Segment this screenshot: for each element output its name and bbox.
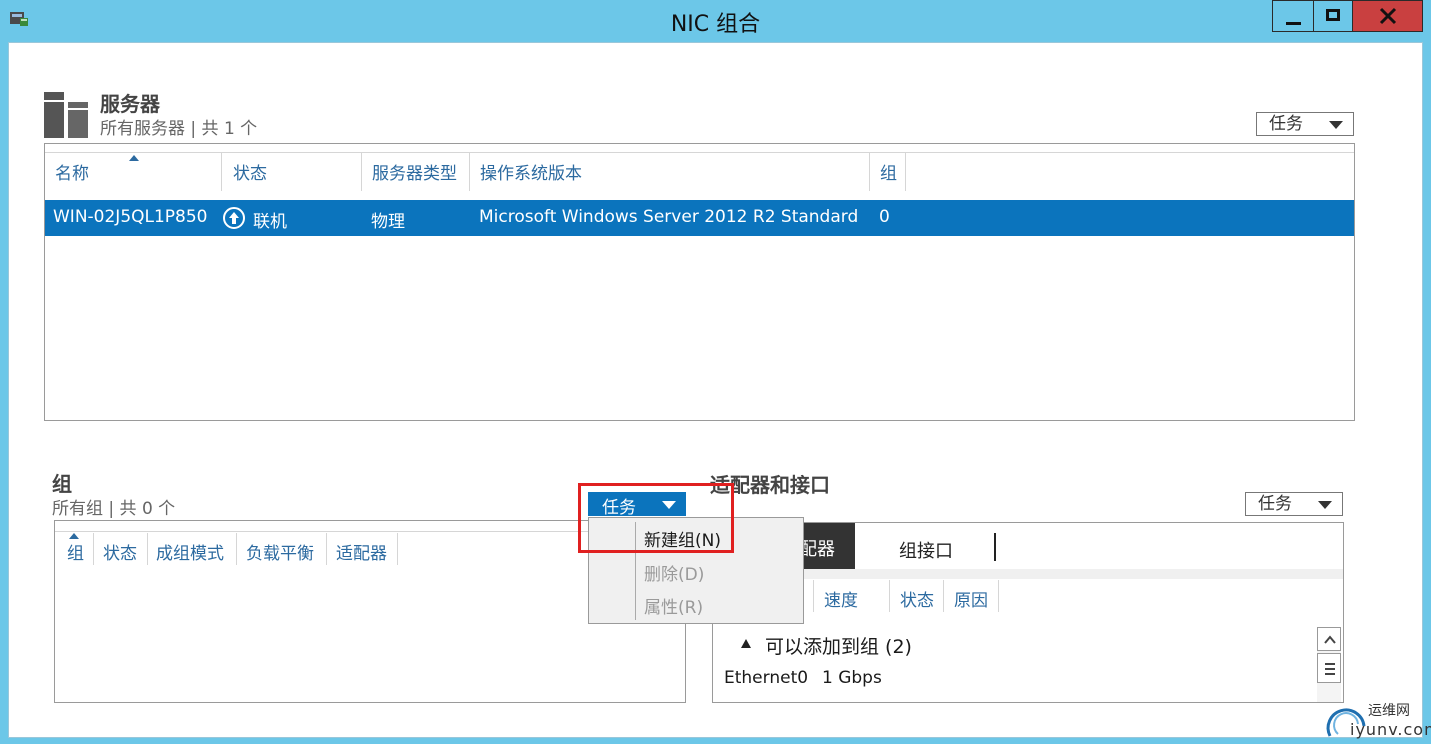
col-header-load-balancing[interactable]: 负载平衡 — [246, 539, 314, 564]
servers-tasks-button[interactable]: 任务 — [1256, 112, 1354, 136]
chevron-down-icon — [1329, 121, 1343, 129]
col-header-teaming-mode[interactable]: 成组模式 — [156, 539, 224, 564]
servers-table: 名称 状态 服务器类型 操作系统版本 组 WIN-02J5QL1P850 联机 … — [44, 143, 1355, 421]
window-title: NIC 组合 — [670, 12, 761, 37]
tab-team-interfaces[interactable]: 组接口 — [899, 537, 953, 563]
column-divider[interactable] — [869, 153, 870, 191]
col-header-reason[interactable]: 原因 — [954, 586, 988, 611]
column-divider[interactable] — [905, 153, 906, 191]
watermark-text: 运维网 — [1368, 703, 1410, 719]
column-divider[interactable] — [943, 580, 944, 612]
table-header: 速度 状态 原因 — [713, 580, 1343, 612]
maximize-button[interactable] — [1313, 0, 1353, 32]
table-top-bar — [713, 569, 1343, 579]
cell-os-version: Microsoft Windows Server 2012 R2 Standar… — [479, 207, 859, 227]
table-header: 名称 状态 服务器类型 操作系统版本 组 — [45, 153, 1354, 191]
groups-subtitle: 所有组 | 共 0 个 — [52, 499, 176, 519]
watermark-url: iyunv.com — [1350, 720, 1431, 739]
chevron-up-icon — [1324, 635, 1336, 644]
cell-status: 联机 — [253, 212, 287, 232]
minimize-button[interactable] — [1272, 0, 1314, 32]
column-divider[interactable] — [326, 533, 327, 565]
tasks-label: 任务 — [1258, 494, 1292, 514]
adapters-panel: 配器 组接口 速度 状态 原因 可以添加到组 (2) Ethernet0 1 G… — [712, 522, 1344, 703]
minimize-icon — [1286, 22, 1301, 25]
column-divider[interactable] — [236, 533, 237, 565]
group-header[interactable]: 可以添加到组 (2) — [765, 632, 912, 659]
scroll-thumb[interactable] — [1317, 653, 1341, 683]
column-divider[interactable] — [998, 580, 999, 612]
col-header-speed[interactable]: 速度 — [824, 586, 858, 611]
menu-item-delete[interactable]: 删除(D) — [644, 560, 704, 585]
collapse-icon[interactable] — [741, 639, 751, 648]
adapters-tasks-button[interactable]: 任务 — [1245, 492, 1343, 516]
sort-ascending-icon — [129, 155, 139, 161]
col-header-groups[interactable]: 组 — [880, 159, 897, 184]
table-top-bar — [45, 144, 1354, 153]
column-divider[interactable] — [889, 580, 890, 612]
col-header-status[interactable]: 状态 — [900, 586, 934, 611]
column-divider[interactable] — [93, 533, 94, 565]
title-bar: NIC 组合 — [0, 0, 1431, 42]
cell-adapter-name: Ethernet0 — [724, 668, 809, 688]
sort-ascending-icon — [69, 533, 79, 539]
column-divider[interactable] — [147, 533, 148, 565]
column-divider[interactable] — [361, 153, 362, 191]
col-header-name[interactable]: 名称 — [55, 159, 89, 184]
maximize-icon — [1326, 9, 1340, 21]
cell-server-type: 物理 — [371, 212, 405, 232]
column-divider[interactable] — [813, 580, 814, 612]
chevron-down-icon — [1318, 501, 1332, 509]
online-status-icon — [223, 207, 245, 229]
col-header-status[interactable]: 状态 — [103, 539, 137, 564]
tasks-label: 任务 — [1269, 114, 1303, 134]
cell-adapter-speed: 1 Gbps — [822, 668, 882, 688]
vertical-scrollbar[interactable] — [1317, 627, 1341, 702]
tab-label: 配器 — [799, 539, 835, 560]
column-divider[interactable] — [469, 153, 470, 191]
servers-title: 服务器 — [100, 92, 160, 116]
col-header-adapters[interactable]: 适配器 — [336, 539, 387, 564]
text-cursor — [994, 533, 996, 561]
groups-title: 组 — [52, 472, 72, 496]
column-divider[interactable] — [397, 533, 398, 565]
col-header-status[interactable]: 状态 — [233, 159, 267, 184]
table-row[interactable]: WIN-02J5QL1P850 联机 物理 Microsoft Windows … — [45, 200, 1354, 236]
server-icon — [44, 92, 88, 138]
col-header-group[interactable]: 组 — [67, 539, 84, 564]
menu-item-properties[interactable]: 属性(R) — [644, 593, 703, 618]
cell-groups: 0 — [879, 207, 890, 227]
adapters-tab-strip: 配器 组接口 — [713, 523, 1343, 570]
scroll-up-button[interactable] — [1317, 627, 1341, 651]
close-button[interactable] — [1352, 0, 1423, 32]
col-header-server-type[interactable]: 服务器类型 — [372, 159, 457, 184]
col-header-os-version[interactable]: 操作系统版本 — [480, 159, 582, 184]
highlight-box — [578, 483, 734, 553]
column-divider[interactable] — [221, 153, 222, 191]
cell-server-name: WIN-02J5QL1P850 — [53, 207, 208, 227]
servers-subtitle: 所有服务器 | 共 1 个 — [100, 119, 258, 139]
close-icon — [1379, 7, 1397, 25]
